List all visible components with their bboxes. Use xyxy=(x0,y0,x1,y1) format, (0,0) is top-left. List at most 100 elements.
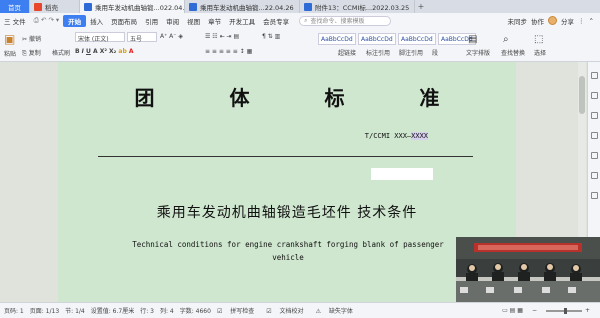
text-layout-button[interactable]: 文字排版 xyxy=(466,48,490,57)
tab-label: 稻壳 xyxy=(45,3,58,12)
english-title-line-1: Technical conditions for engine cranksha… xyxy=(132,240,444,249)
view-mode-icons[interactable]: ▭ ▤ ▦ xyxy=(502,307,523,314)
docer-icon xyxy=(34,2,42,11)
doc-compare-icon: ☑ xyxy=(266,308,274,315)
status-setting: 设置值: 6.7厘米 xyxy=(90,308,135,315)
english-title-line-2: vehicle xyxy=(272,253,304,262)
zoom-in-button[interactable]: + xyxy=(585,307,590,314)
document-page[interactable]: 团 体 标 准 T/CCMI XXX—XXXX 乘用车发动机曲轴锻造毛坯件 技术… xyxy=(58,62,516,302)
zoom-slider[interactable] xyxy=(545,307,582,314)
tab-docer[interactable]: 稻壳 xyxy=(30,0,80,13)
pen-icon[interactable] xyxy=(591,72,598,79)
status-section: 节: 1/4 xyxy=(65,308,85,315)
format-buttons[interactable]: B I U A X² X₂ ab A xyxy=(75,48,133,55)
search-input[interactable]: ⌕ 查找命令、搜索模板 xyxy=(299,15,392,26)
format-painter-button[interactable]: 格式刷 xyxy=(52,48,70,57)
zoom-controls: ▭ ▤ ▦ − + xyxy=(502,307,596,314)
collapse-icon[interactable]: ⌃ xyxy=(589,17,594,25)
more-icon[interactable]: ⋮ xyxy=(578,17,585,25)
font-size-adjust-icons[interactable]: A⁺ A⁻ ◈ xyxy=(160,33,183,40)
scrollbar-thumb[interactable] xyxy=(579,76,585,114)
select-button[interactable]: 选择 xyxy=(534,48,546,57)
word-doc-icon xyxy=(84,2,92,11)
menu-page-layout[interactable]: 页面布局 xyxy=(107,16,141,26)
menu-review[interactable]: 审阅 xyxy=(162,16,183,26)
menu-view[interactable]: 视图 xyxy=(183,16,204,26)
align-icons[interactable]: ≡ ≡ ≡ ≡ ≡ ↕ ▦ xyxy=(205,48,252,55)
ribbon-menu: 三 文件 ⎙ ↶ ↷ ▾ 开始 插入 页面布局 引用 审阅 视图 章节 开发工具… xyxy=(0,13,600,28)
tab-label: 首页 xyxy=(8,3,21,12)
status-words[interactable]: 字数: 4660 xyxy=(180,306,211,315)
style-normal[interactable]: AaBbCcDd xyxy=(318,33,356,45)
unsync-button[interactable]: 未同步 xyxy=(508,16,528,26)
video-overlay xyxy=(456,237,600,303)
menu-insert[interactable]: 插入 xyxy=(86,16,107,26)
standard-code-prefix: T/CCMI XXX— xyxy=(364,132,412,140)
style-label-paragraph[interactable]: 段 xyxy=(432,48,438,57)
share-icon[interactable] xyxy=(591,152,598,159)
folder-icon[interactable] xyxy=(591,192,598,199)
word-doc-icon xyxy=(189,2,197,11)
cut-icon: ✂ xyxy=(22,36,29,43)
tab-label: 乘用车发动机曲轴锻...22.04.26 xyxy=(200,3,294,12)
style-label-annotation[interactable]: 标注引用 xyxy=(366,48,390,57)
font-size-select[interactable]: 五号 xyxy=(127,32,157,43)
avatar[interactable] xyxy=(548,16,558,25)
standard-code: T/CCMI XXX—XXXX xyxy=(365,132,428,140)
translate-icon[interactable] xyxy=(591,92,598,99)
style-label-footnote[interactable]: 脚注引用 xyxy=(399,48,423,57)
tab-document-2[interactable]: 乘用车发动机曲轴锻...22.04.26 xyxy=(185,0,300,13)
cut-button[interactable]: ✂ 撤销 xyxy=(22,34,41,43)
list-icons[interactable]: ☰ ☷ ⇤ ⇥ ▤ xyxy=(205,33,239,40)
search-icon: ⌕ xyxy=(304,16,308,24)
tab-document-1[interactable]: 乘用车发动机曲轴锻...022.04.26 ✕ xyxy=(80,0,185,13)
missing-font-button[interactable]: ⚠ 缺失字体 xyxy=(316,306,359,315)
tab-home[interactable]: 首页 xyxy=(0,0,30,13)
style-heading-1[interactable]: AaBbCcDd xyxy=(358,33,396,45)
status-pages[interactable]: 页面: 1/13 xyxy=(30,306,59,315)
copy-button[interactable]: ⎘ 复制 xyxy=(22,48,41,58)
menu-start[interactable]: 开始 xyxy=(63,14,87,27)
status-col: 列: 4 xyxy=(159,308,174,315)
zoom-out-button[interactable]: − xyxy=(532,307,537,314)
history-icon[interactable] xyxy=(591,132,598,139)
doc-compare-label: 文档校对 xyxy=(279,308,304,315)
paragraph-icons[interactable]: ¶ ⇅ ▥ xyxy=(262,33,280,40)
share-button[interactable]: 分享 xyxy=(561,16,574,26)
copy-icon: ⎘ xyxy=(22,50,29,57)
new-tab-button[interactable]: + xyxy=(415,0,427,13)
menu-developer[interactable]: 开发工具 xyxy=(225,16,259,26)
cut-label: 撤销 xyxy=(28,36,41,43)
word-doc-icon xyxy=(304,2,312,11)
tab-label: 乘用车发动机曲轴锻...022.04.26 xyxy=(95,3,185,12)
style-heading-2[interactable]: AaBbCcDd xyxy=(398,33,436,45)
find-replace-button[interactable]: 查找替换 xyxy=(501,48,525,57)
toolbar: ▣ 粘贴 ✂ 撤销 ⎘ 复制 格式刷 宋体 (正文) 五号 A⁺ A⁻ ◈ B … xyxy=(0,28,600,62)
menu-member[interactable]: 会员专享 xyxy=(259,16,293,26)
spell-check-icon: ☑ xyxy=(216,308,225,315)
paste-icon[interactable]: ▣ xyxy=(4,32,15,46)
divider xyxy=(98,156,473,157)
collab-button[interactable]: 协作 xyxy=(531,16,544,26)
doc-compare-button[interactable]: ☑ 文档校对 xyxy=(266,306,309,315)
spell-check-label: 拼写检查 xyxy=(230,308,255,315)
quick-access-icons: ⎙ ↶ ↷ ▾ xyxy=(33,16,60,24)
tab-label: 附件13：CCMI标...2022.03.25 xyxy=(315,3,410,12)
font-select[interactable]: 宋体 (正文) xyxy=(75,32,125,43)
menu-chapter[interactable]: 章节 xyxy=(204,16,225,26)
blank-field xyxy=(371,168,433,180)
grid-icon[interactable] xyxy=(591,112,598,119)
paste-button[interactable]: 粘贴 xyxy=(4,49,16,58)
style-preview: AaBbCcDd xyxy=(361,35,393,43)
file-menu[interactable]: 三 文件 xyxy=(0,16,30,26)
sync-icon[interactable] xyxy=(591,172,598,179)
warning-icon: ⚠ xyxy=(315,308,323,315)
spell-check-button[interactable]: ☑ 拼写检查 xyxy=(217,306,260,315)
page-title: 团 体 标 准 xyxy=(134,86,474,110)
tab-document-3[interactable]: 附件13：CCMI标...2022.03.25 xyxy=(300,0,415,13)
style-preview: AaBbCcDd xyxy=(401,35,433,43)
menu-references[interactable]: 引用 xyxy=(141,16,162,26)
format-painter-label: 格式刷 xyxy=(52,50,71,57)
english-title: Technical conditions for engine cranksha… xyxy=(88,238,488,264)
style-label-hyperlink[interactable]: 超链接 xyxy=(338,48,356,57)
